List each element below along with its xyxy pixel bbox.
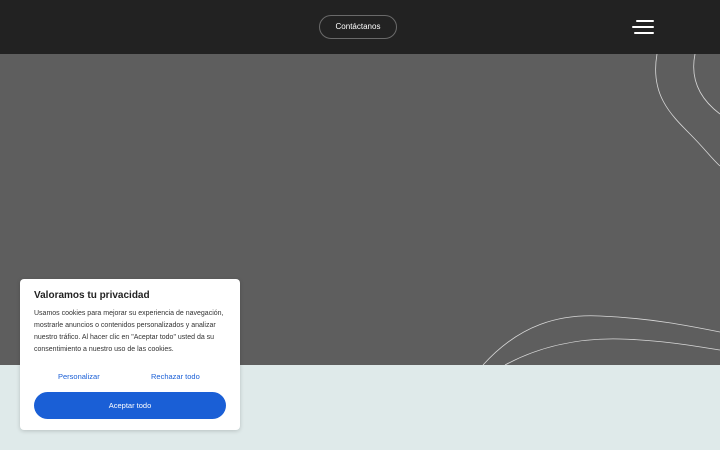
contact-button[interactable]: Contáctanos (319, 15, 397, 39)
menu-line (634, 32, 654, 34)
hamburger-menu-icon[interactable] (630, 20, 654, 34)
cookie-consent-dialog: Valoramos tu privacidad Usamos cookies p… (20, 279, 240, 430)
customize-button[interactable]: Personalizar (58, 372, 100, 381)
accept-all-button[interactable]: Aceptar todo (34, 392, 226, 419)
cookie-description: Usamos cookies para mejorar su experienc… (34, 310, 224, 353)
reject-all-button[interactable]: Rechazar todo (151, 372, 200, 381)
menu-line (632, 26, 654, 28)
menu-line (636, 20, 654, 22)
cookie-title: Valoramos tu privacidad (34, 290, 150, 301)
top-navbar: Contáctanos (0, 0, 720, 54)
